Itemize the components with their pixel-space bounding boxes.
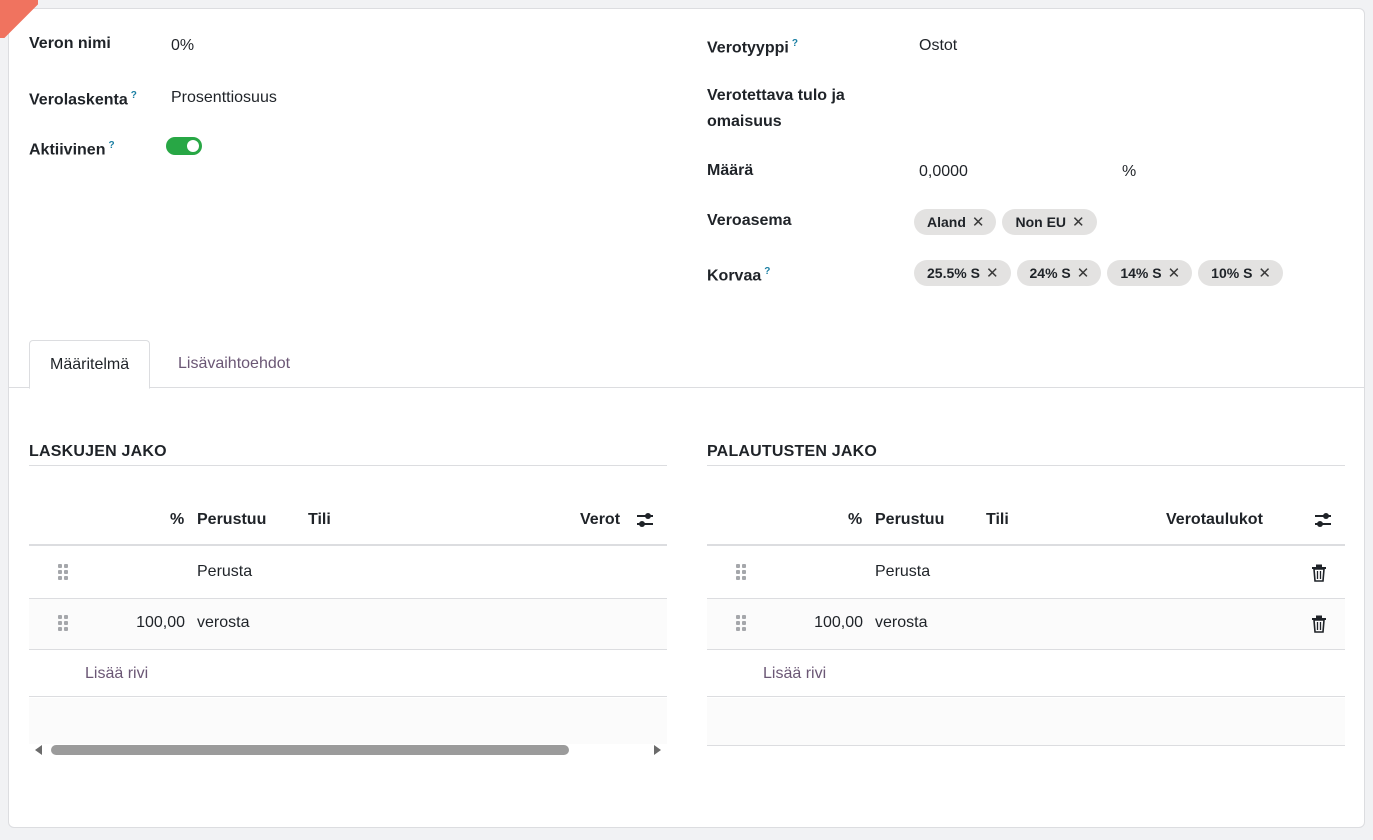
- column-tax-grids[interactable]: Verot: [580, 509, 626, 531]
- taxable-label: Verotettava tulo ja omaisuus: [707, 83, 845, 135]
- add-line-link[interactable]: Lisää rivi: [85, 662, 148, 686]
- column-account[interactable]: Tili: [986, 509, 1009, 531]
- table-row[interactable]: 100,00 verosta: [29, 599, 667, 650]
- scroll-right-arrow[interactable]: [654, 745, 661, 755]
- question-mark-icon[interactable]: ?: [764, 266, 770, 277]
- cell-based-on: Perusta: [875, 563, 931, 580]
- add-line-link[interactable]: Lisää rivi: [763, 662, 826, 686]
- scroll-thumb[interactable]: [51, 745, 569, 755]
- add-line-row: Lisää rivi: [707, 650, 1345, 697]
- amount-label: Määrä: [707, 162, 754, 179]
- tag-14: 14% S ✕: [1107, 260, 1193, 286]
- grid-header: % Perustuu Tili Verotaulukot: [707, 494, 1345, 546]
- section-divider: [707, 465, 1345, 466]
- drag-handle-icon[interactable]: [735, 562, 747, 582]
- tab-advanced-options[interactable]: Lisävaihtoehdot: [158, 340, 310, 388]
- tax-name-label: Veron nimi: [29, 35, 111, 52]
- cell-based-on: verosta: [875, 614, 928, 631]
- cell-percent: 100,00: [136, 614, 185, 631]
- close-icon[interactable]: ✕: [1072, 213, 1085, 231]
- column-based-on[interactable]: Perustuu: [197, 509, 266, 531]
- tab-definition[interactable]: Määritelmä: [29, 340, 151, 389]
- cell-based-on: Perusta: [197, 563, 253, 580]
- column-tax-grids[interactable]: Verotaulukot: [1166, 509, 1263, 531]
- close-icon[interactable]: ✕: [1258, 264, 1271, 282]
- sliders-icon[interactable]: [1313, 510, 1333, 530]
- tag-10: 10% S ✕: [1198, 260, 1283, 286]
- fiscal-position-label: Veroasema: [707, 212, 792, 229]
- section-divider: [29, 465, 667, 466]
- sliders-icon[interactable]: [635, 510, 655, 530]
- tax-name-field[interactable]: 0%: [171, 33, 194, 59]
- trash-icon[interactable]: [1311, 615, 1327, 633]
- close-icon[interactable]: ✕: [1077, 264, 1090, 282]
- tax-type-label: Verotyyppi?: [707, 38, 798, 57]
- tax-type-field[interactable]: Ostot: [919, 33, 957, 59]
- scroll-left-arrow[interactable]: [35, 745, 42, 755]
- tax-computation-label: Verolaskenta?: [29, 90, 137, 109]
- table-row[interactable]: Perusta: [707, 548, 1345, 599]
- cell-based-on: verosta: [197, 614, 250, 631]
- question-mark-icon[interactable]: ?: [792, 38, 798, 49]
- invoice-distribution-grid: % Perustuu Tili Verot Perusta 100,00 ver…: [29, 494, 667, 744]
- taxable-label-line1: Verotettava tulo ja: [707, 87, 845, 104]
- active-toggle[interactable]: [166, 137, 202, 155]
- close-icon[interactable]: ✕: [972, 213, 985, 231]
- debug-ribbon: [0, 0, 38, 38]
- replace-label: Korvaa?: [707, 266, 771, 285]
- close-icon[interactable]: ✕: [986, 264, 999, 282]
- cell-percent: 100,00: [814, 614, 863, 631]
- toggle-knob: [187, 140, 199, 152]
- drag-handle-icon[interactable]: [735, 613, 747, 633]
- empty-row: [29, 698, 667, 744]
- taxable-label-line2: omaisuus: [707, 113, 782, 130]
- question-mark-icon[interactable]: ?: [108, 140, 114, 151]
- column-based-on[interactable]: Perustuu: [875, 509, 944, 531]
- notebook-tabs: Määritelmä Lisävaihtoehdot: [9, 340, 1364, 389]
- horizontal-scrollbar[interactable]: [29, 742, 667, 758]
- grid-header: % Perustuu Tili Verot: [29, 494, 667, 546]
- refund-distribution-grid: % Perustuu Tili Verotaulukot Perusta 100…: [707, 494, 1345, 746]
- active-label: Aktiivinen?: [29, 140, 115, 159]
- column-percent[interactable]: %: [170, 509, 184, 531]
- tax-computation-field[interactable]: Prosenttiosuus: [171, 85, 277, 111]
- add-line-row: Lisää rivi: [29, 650, 667, 697]
- amount-field[interactable]: 0,0000: [919, 159, 968, 185]
- invoice-distribution-title: LASKUJEN JAKO: [29, 443, 167, 460]
- table-row[interactable]: Perusta: [29, 548, 667, 599]
- drag-handle-icon[interactable]: [57, 613, 69, 633]
- drag-handle-icon[interactable]: [57, 562, 69, 582]
- trash-icon[interactable]: [1311, 564, 1327, 582]
- column-percent[interactable]: %: [848, 509, 862, 531]
- column-account[interactable]: Tili: [308, 509, 331, 531]
- form-sheet: Veron nimi 0% Verolaskenta? Prosenttiosu…: [8, 8, 1365, 828]
- tag-25-5: 25.5% S ✕: [914, 260, 1011, 286]
- empty-row: [707, 698, 1345, 746]
- replace-tags[interactable]: 25.5% S ✕ 24% S ✕ 14% S ✕ 10% S ✕: [914, 260, 1283, 286]
- table-row[interactable]: 100,00 verosta: [707, 599, 1345, 650]
- fiscal-position-tags[interactable]: Aland ✕ Non EU ✕: [914, 209, 1097, 235]
- refund-distribution-title: PALAUTUSTEN JAKO: [707, 443, 878, 460]
- amount-unit: %: [1122, 163, 1137, 180]
- close-icon[interactable]: ✕: [1168, 264, 1181, 282]
- question-mark-icon[interactable]: ?: [131, 90, 137, 101]
- tag-non-eu: Non EU ✕: [1002, 209, 1097, 235]
- tag-24: 24% S ✕: [1016, 260, 1102, 286]
- tag-aland: Aland ✕: [914, 209, 997, 235]
